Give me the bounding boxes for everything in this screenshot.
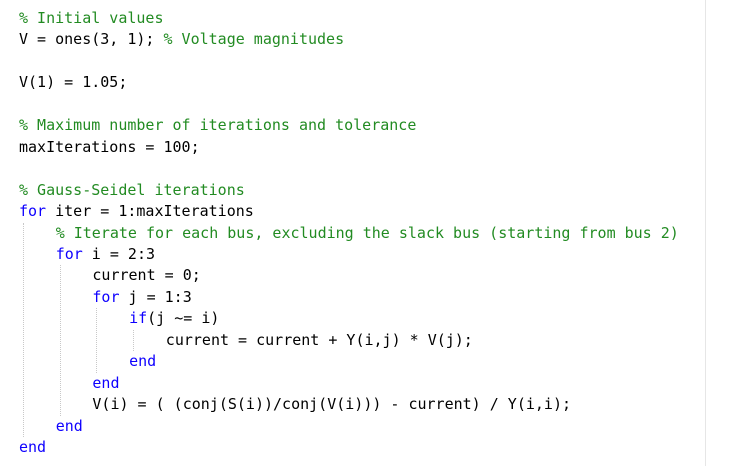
- indent-guide: [96, 308, 98, 373]
- code-comment: % Initial values: [19, 9, 164, 27]
- code-keyword: end: [55, 416, 83, 435]
- code-text: iter = 1:maxIterations: [46, 202, 254, 221]
- indent-guide: [133, 329, 135, 352]
- code-editor[interactable]: % Initial values V = ones(3, 1); % Voltag…: [0, 0, 706, 466]
- code-text: V(i) = ( (conj(S(i))/conj(V(i))) - curre…: [92, 395, 572, 414]
- code-line[interactable]: end: [92, 373, 119, 393]
- code-text: (j ~= i): [147, 309, 220, 328]
- code-text: current = current + Y(i,j) * V(j);: [165, 330, 473, 349]
- code-keyword: end: [92, 373, 120, 392]
- code-text: maxIterations = 100;: [19, 137, 200, 156]
- code-keyword: for: [92, 287, 120, 306]
- code-line[interactable]: for i = 2:3: [56, 244, 155, 264]
- code-line[interactable]: % Initial values: [19, 8, 164, 28]
- code-keyword: for: [55, 244, 83, 263]
- code-text: current = 0;: [92, 266, 201, 285]
- code-line[interactable]: if(j ~= i): [129, 308, 219, 328]
- code-line[interactable]: end: [56, 416, 83, 436]
- code-text: V(1) = 1.05;: [19, 73, 128, 92]
- code-line[interactable]: current = 0;: [92, 265, 200, 285]
- code-line[interactable]: % Gauss-Seidel iterations: [19, 180, 245, 200]
- code-line[interactable]: % Iterate for each bus, excluding the sl…: [56, 223, 679, 243]
- indent-guide: [23, 222, 24, 437]
- code-line[interactable]: for iter = 1:maxIterations: [19, 201, 254, 221]
- code-line[interactable]: maxIterations = 100;: [19, 137, 200, 157]
- code-line[interactable]: end: [129, 351, 156, 371]
- code-line[interactable]: V = ones(3, 1); % Voltage magnitudes: [19, 29, 344, 49]
- code-line[interactable]: current = current + Y(i,j) * V(j);: [166, 330, 473, 350]
- code-keyword: if: [129, 309, 148, 328]
- code-text: i = 2:3: [82, 244, 156, 263]
- indent-guide: [59, 265, 61, 416]
- code-keyword: for: [19, 202, 47, 221]
- code-keyword: end: [129, 352, 157, 371]
- code-comment: % Gauss-Seidel iterations: [19, 180, 245, 199]
- code-line[interactable]: end: [19, 437, 46, 457]
- code-line[interactable]: % Maximum number of iterations and toler…: [19, 115, 416, 135]
- code-line[interactable]: V(1) = 1.05;: [19, 72, 127, 92]
- code-comment: % Voltage magnitudes: [163, 30, 345, 49]
- code-comment: % Maximum number of iterations and toler…: [19, 116, 417, 135]
- code-keyword: end: [19, 438, 47, 456]
- code-line[interactable]: for j = 1:3: [92, 287, 191, 307]
- code-text: V = ones(3, 1);: [19, 30, 164, 49]
- code-line[interactable]: V(i) = ( (conj(S(i))/conj(V(i))) - curre…: [92, 394, 571, 414]
- code-text: j = 1:3: [119, 287, 192, 306]
- code-comment: % Iterate for each bus, excluding the sl…: [55, 223, 679, 242]
